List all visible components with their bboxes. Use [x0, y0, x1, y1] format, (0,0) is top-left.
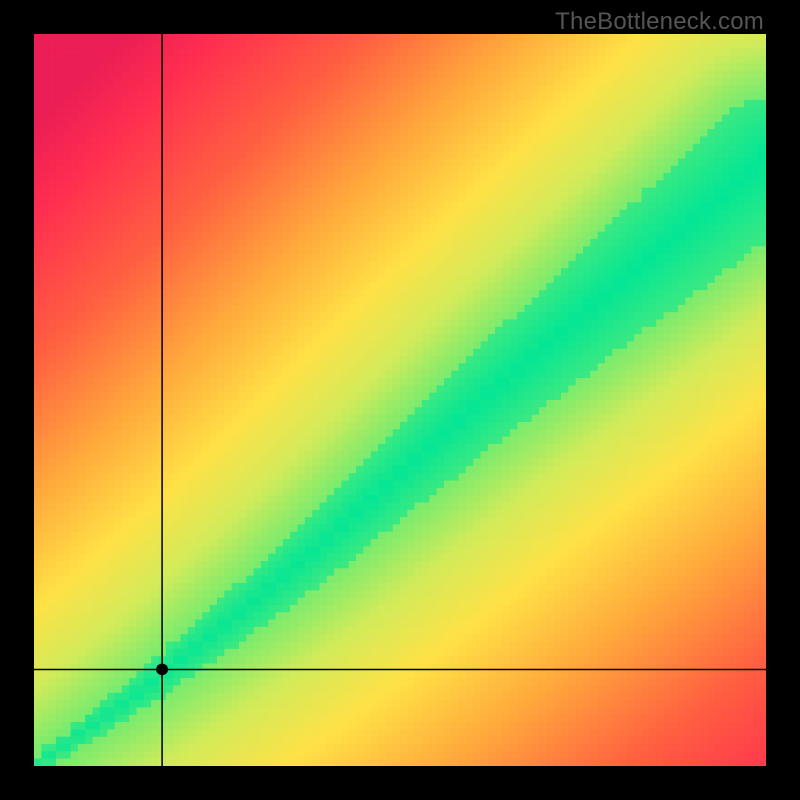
watermark-text: TheBottleneck.com [555, 8, 764, 36]
bottleneck-heatmap [34, 34, 766, 766]
chart-frame [34, 34, 766, 766]
